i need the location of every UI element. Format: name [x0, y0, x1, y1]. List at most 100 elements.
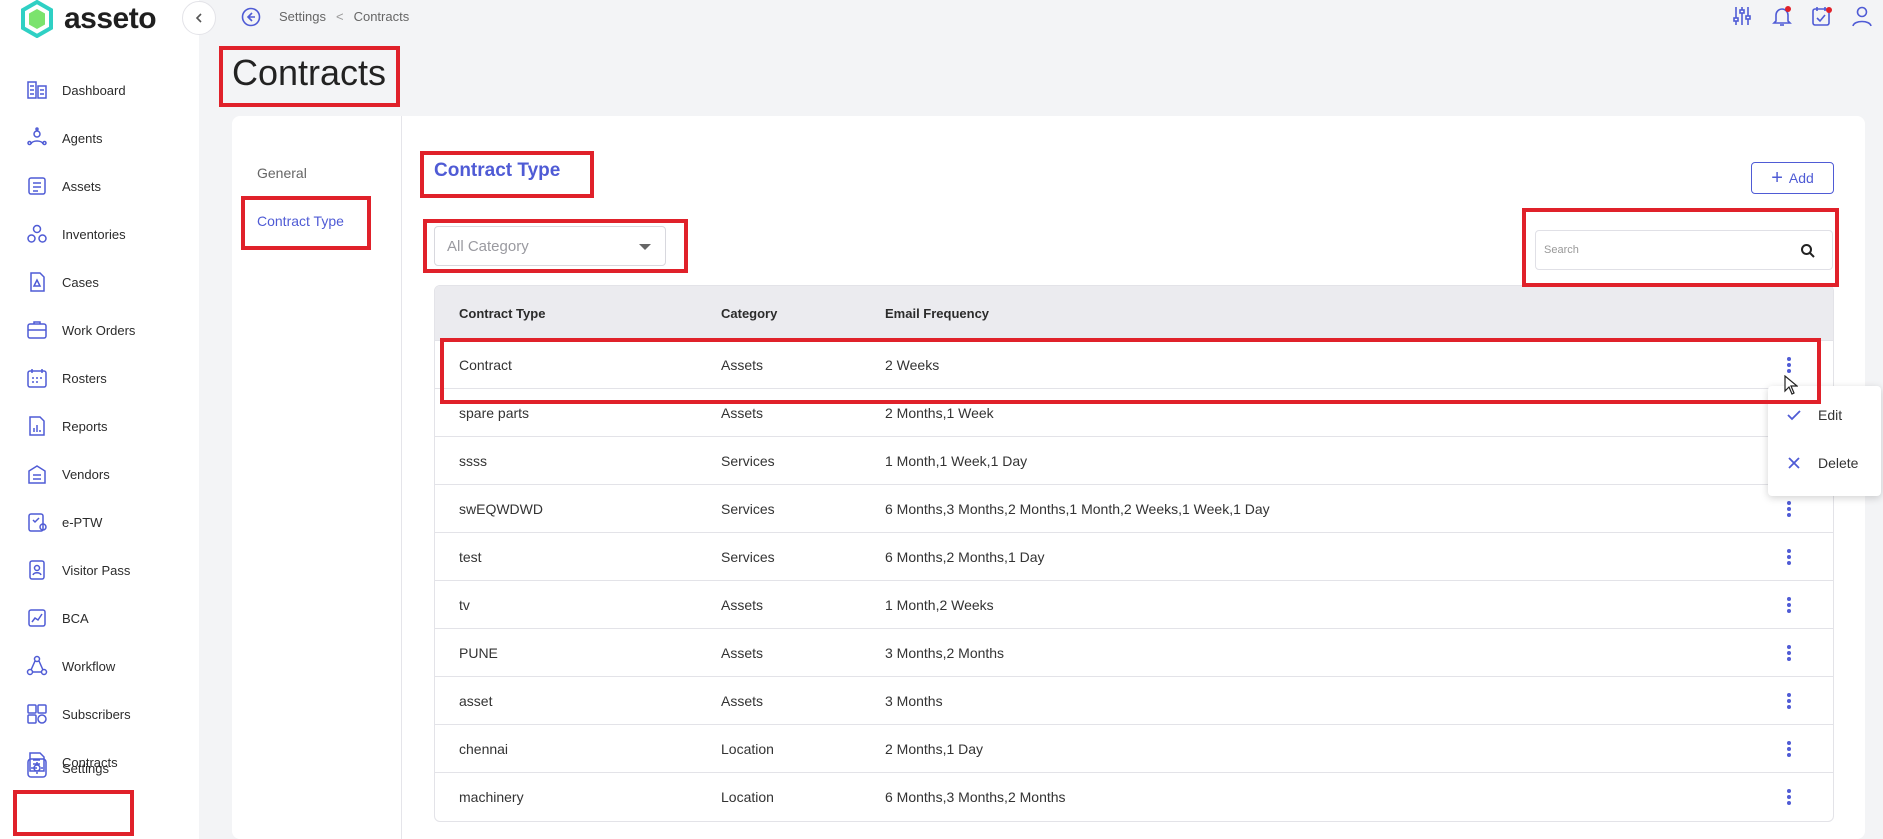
search-box[interactable]: Search — [1535, 230, 1833, 270]
search-input[interactable]: Search — [1544, 244, 1579, 256]
add-button-label: Add — [1788, 170, 1814, 186]
sidebar-item-label: Subscribers — [62, 706, 131, 722]
cell-category: Services — [721, 548, 775, 565]
sidebar-item-agents[interactable]: Agents — [0, 114, 199, 162]
page-title: Contracts — [232, 52, 387, 93]
sidebar-item-work-orders[interactable]: Work Orders — [0, 306, 199, 354]
table-row: machinery Location 6 Months,3 Months,2 M… — [435, 772, 1833, 820]
sidebar-item-subscribers[interactable]: Subscribers — [0, 690, 199, 738]
cell-contract-type: Contract — [459, 356, 512, 373]
sidebar-item-cases[interactable]: Cases — [0, 258, 199, 306]
logo[interactable]: asseto — [20, 0, 157, 38]
more-options-icon[interactable] — [1787, 741, 1791, 757]
table-row: test Services 6 Months,2 Months,1 Day — [435, 532, 1833, 580]
table-header: Contract Type Category Email Frequency — [435, 286, 1833, 340]
cell-category: Services — [721, 452, 775, 469]
sidebar-item-vendors[interactable]: Vendors — [0, 450, 199, 498]
category-select-value: All Category — [447, 237, 529, 255]
cell-contract-type: asset — [459, 692, 493, 709]
calendar-check-icon[interactable] — [1811, 5, 1833, 27]
reports-icon — [29, 416, 45, 436]
table-row: asset Assets 3 Months — [435, 676, 1833, 724]
table-row: spare parts Assets 2 Months,1 Week — [435, 388, 1833, 436]
more-options-icon[interactable] — [1787, 549, 1791, 565]
mouse-cursor-icon — [1784, 375, 1798, 395]
sidebar-item-label: Visitor Pass — [62, 562, 131, 578]
more-options-icon[interactable] — [1787, 789, 1791, 805]
cell-category: Assets — [721, 404, 764, 421]
back-arrow-icon[interactable] — [241, 7, 261, 27]
sidebar-item-rosters[interactable]: Rosters — [0, 354, 199, 402]
dashboard-icon — [27, 81, 47, 99]
vendors-icon — [28, 465, 46, 484]
cell-email-frequency: 3 Months — [885, 692, 943, 709]
cell-contract-type: test — [459, 548, 482, 565]
cell-contract-type: swEQWDWD — [459, 500, 543, 517]
cell-category: Location — [721, 788, 774, 805]
check-icon — [1787, 410, 1801, 421]
more-options-icon[interactable] — [1787, 693, 1791, 709]
section-title: Contract Type — [434, 160, 561, 181]
table-row: tv Assets 1 Month,2 Weeks — [435, 580, 1833, 628]
header-category: Category — [721, 305, 778, 321]
menu-item-label: Delete — [1818, 455, 1859, 471]
breadcrumb: Settings < Contracts — [279, 9, 409, 24]
cell-contract-type: chennai — [459, 740, 509, 757]
collapse-sidebar-button[interactable] — [182, 1, 216, 35]
cell-contract-type: ssss — [459, 452, 487, 469]
search-icon[interactable] — [1800, 243, 1816, 259]
sidebar-item-label: Settings — [62, 760, 109, 776]
settings-icon — [27, 758, 47, 778]
sidebar-nav: Dashboard Agents Assets Inventories Case… — [0, 66, 199, 786]
visitor-pass-icon — [29, 560, 45, 580]
more-options-icon[interactable] — [1787, 357, 1791, 373]
more-options-icon[interactable] — [1787, 501, 1791, 517]
cell-category: Assets — [721, 596, 764, 613]
cell-category: Location — [721, 740, 774, 757]
sidebar-item-inventories[interactable]: Inventories — [0, 210, 199, 258]
sidebar-item-label: Rosters — [62, 370, 107, 386]
breadcrumb-contracts: Contracts — [353, 9, 410, 24]
cell-contract-type: machinery — [459, 788, 524, 805]
cell-category: Assets — [721, 356, 764, 373]
category-select[interactable]: All Category — [434, 226, 666, 266]
sidebar-item-bca[interactable]: BCA — [0, 594, 199, 642]
sidebar-item-dashboard[interactable]: Dashboard — [0, 66, 199, 114]
table-row: chennai Location 2 Months,1 Day — [435, 724, 1833, 772]
cell-email-frequency: 6 Months,3 Months,2 Months,1 Month,2 Wee… — [885, 500, 1270, 517]
sidebar-item-label: Inventories — [62, 226, 126, 242]
row-action-menu: Edit Delete — [1768, 386, 1881, 496]
sidebar: asseto Dashboard Agents Assets Inventori… — [0, 0, 199, 839]
header-contract-type: Contract Type — [459, 305, 546, 321]
cell-email-frequency: 2 Months,1 Week — [885, 404, 994, 421]
cases-icon — [30, 272, 45, 292]
sidebar-item-workflow[interactable]: Workflow — [0, 642, 199, 690]
sidebar-item-label: Workflow — [62, 658, 116, 674]
more-options-icon[interactable] — [1787, 597, 1791, 613]
sidebar-item-eptw[interactable]: e-PTW — [0, 498, 199, 546]
tab-general[interactable]: General — [257, 165, 307, 181]
asseto-logo-icon — [21, 0, 53, 38]
notification-bell-icon[interactable] — [1771, 5, 1793, 27]
sidebar-item-visitor-pass[interactable]: Visitor Pass — [0, 546, 199, 594]
add-button[interactable]: + Add — [1751, 162, 1834, 194]
menu-item-edit[interactable]: Edit — [1768, 391, 1881, 439]
sidebar-item-settings[interactable]: Settings — [0, 744, 199, 792]
menu-item-delete[interactable]: Delete — [1768, 439, 1881, 487]
user-profile-icon[interactable] — [1851, 5, 1873, 27]
tab-contract-type[interactable]: Contract Type — [257, 213, 344, 229]
cell-email-frequency: 6 Months,2 Months,1 Day — [885, 548, 1045, 565]
chevron-left-icon — [195, 13, 202, 23]
sliders-icon[interactable] — [1731, 5, 1753, 27]
sidebar-item-reports[interactable]: Reports — [0, 402, 199, 450]
sidebar-item-label: Vendors — [62, 466, 110, 482]
sidebar-item-assets[interactable]: Assets — [0, 162, 199, 210]
breadcrumb-settings[interactable]: Settings — [279, 9, 326, 24]
table-row: ssss Services 1 Month,1 Week,1 Day — [435, 436, 1833, 484]
sidebar-item-label: Dashboard — [62, 82, 126, 98]
sidebar-item-label: Cases — [62, 274, 99, 290]
cell-email-frequency: 6 Months,3 Months,2 Months — [885, 788, 1066, 805]
more-options-icon[interactable] — [1787, 645, 1791, 661]
work-orders-icon — [27, 321, 47, 339]
menu-item-label: Edit — [1818, 407, 1843, 423]
